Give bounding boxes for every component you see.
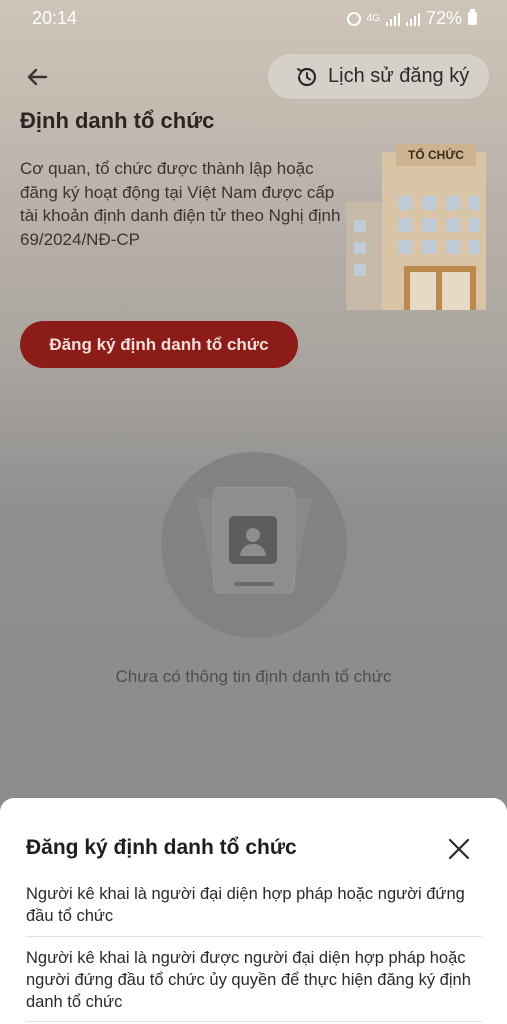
close-icon[interactable] (446, 836, 472, 862)
signal-icon-2 (405, 12, 420, 26)
sheet-option-legal-representative[interactable]: Người kê khai là người đại diện hợp pháp… (26, 883, 482, 927)
empty-state-text: Chưa có thông tin định danh tổ chức (115, 667, 392, 686)
page-title: Định danh tổ chức (20, 108, 215, 133)
building-illustration: TỔ CHỨC (346, 144, 486, 310)
alarm-icon (346, 11, 361, 26)
page-description: Cơ quan, tổ chức được thành lập hoặc đăn… (20, 159, 341, 249)
history-label: Lịch sử đăng ký (328, 65, 470, 87)
battery-percent: 72% (425, 8, 462, 28)
register-organization-button[interactable]: Đăng ký định danh tổ chức (20, 321, 298, 368)
history-clock-icon (297, 67, 317, 86)
person-icon (240, 528, 266, 556)
battery-icon (468, 9, 477, 25)
sheet-divider-2 (26, 1021, 482, 1022)
sheet-option-authorized-person[interactable]: Người kê khai là người được người đại di… (26, 947, 482, 1013)
screen: 20:14 4G 72% Lịch sử đăng ký Định danh t… (0, 0, 507, 1024)
signal-icon (385, 12, 400, 26)
building-sign: TỔ CHỨC (408, 147, 464, 162)
card-line (234, 582, 274, 586)
status-bar: 20:14 4G 72% (0, 0, 507, 36)
status-icons: 4G 72% (346, 8, 477, 29)
history-button[interactable]: Lịch sử đăng ký (268, 54, 489, 99)
network-type: 4G (366, 13, 380, 24)
person-photo-icon (229, 516, 277, 564)
status-time: 20:14 (32, 8, 78, 28)
sheet-title: Đăng ký định danh tổ chức (26, 836, 297, 859)
back-arrow-icon[interactable] (22, 62, 52, 92)
sheet-divider (26, 936, 482, 937)
bottom-sheet: Đăng ký định danh tổ chức Người kê khai … (0, 798, 507, 1024)
